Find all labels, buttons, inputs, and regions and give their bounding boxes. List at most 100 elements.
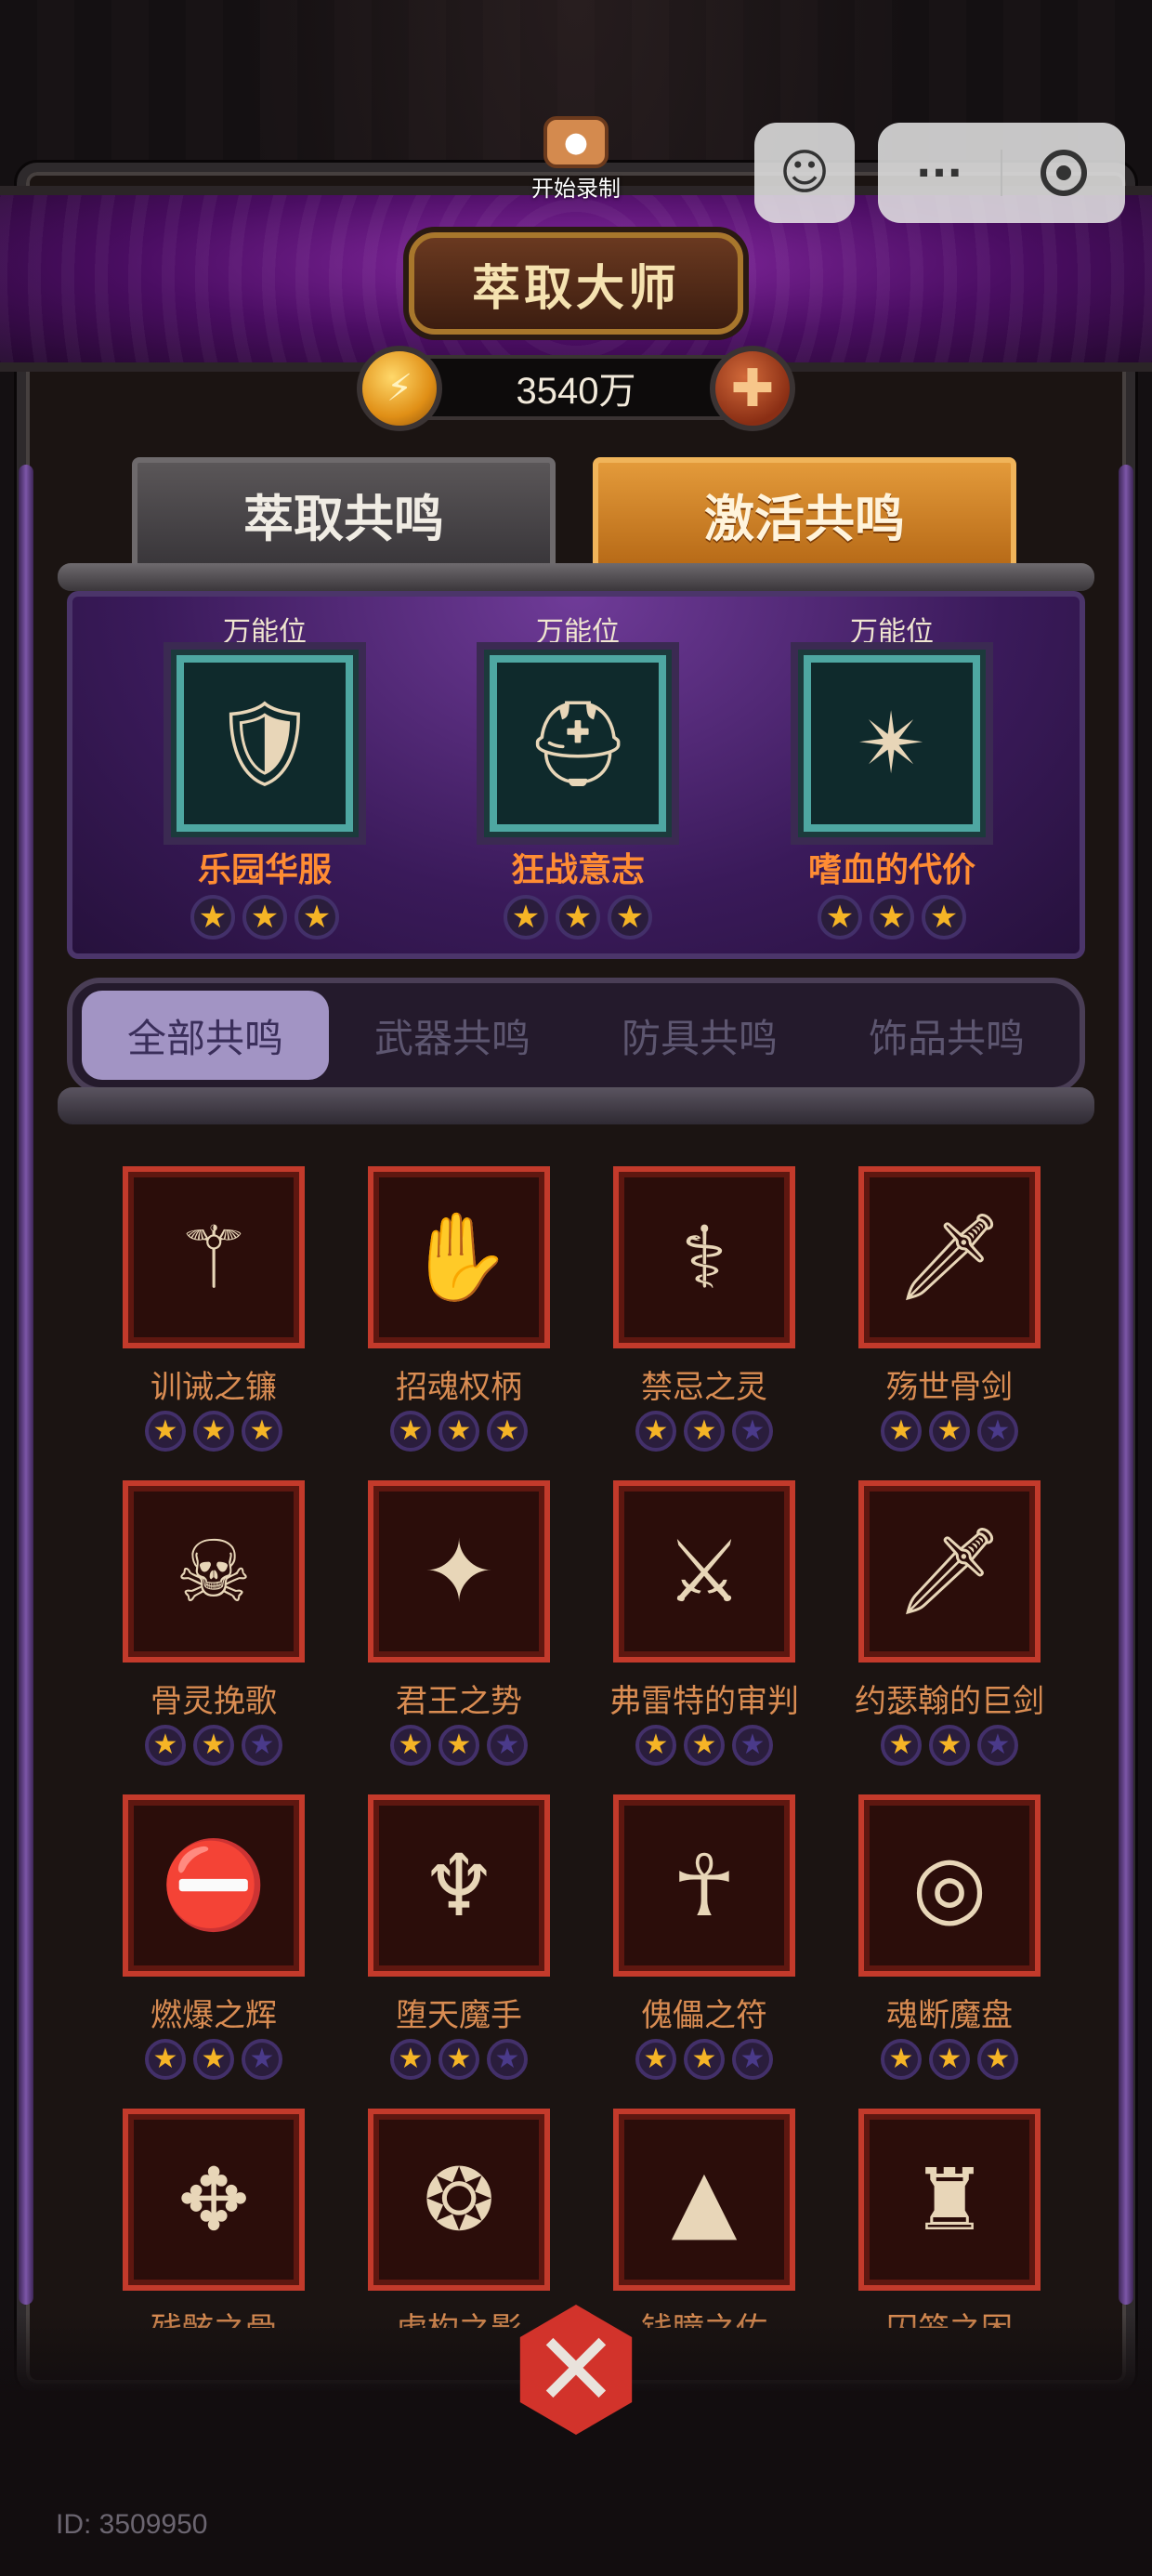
star-empty-icon: ★ [732, 1725, 773, 1766]
filter-tab[interactable]: 饰品共鸣 [823, 991, 1070, 1080]
resonance-item[interactable]: ⚔ 弗雷特的审判 ★ ★ ★ [583, 1480, 825, 1794]
helmet-icon: ⛑ [490, 655, 666, 832]
star-filled-icon: ★ [929, 2039, 970, 2080]
slot-stars: ★ ★ ★ [144, 895, 386, 940]
exit-button[interactable] [1002, 150, 1125, 196]
star-filled-icon: ★ [635, 1725, 676, 1766]
universal-slot[interactable]: 万能位 🛡 乐园华服 ★ ★ ★ [144, 609, 386, 940]
star-empty-icon: ★ [732, 2039, 773, 2080]
filter-tab[interactable]: 武器共鸣 [329, 991, 576, 1080]
star-filled-icon: ★ [929, 1411, 970, 1452]
star-filled-icon: ★ [881, 1411, 922, 1452]
right-rail [1119, 465, 1133, 2305]
star-filled-icon: ★ [390, 2039, 431, 2080]
star-filled-icon: ★ [242, 895, 287, 940]
universal-slot[interactable]: 万能位 ✴ 嗜血的代价 ★ ★ ★ [771, 609, 1013, 940]
star-filled-icon: ★ [635, 1411, 676, 1452]
miniprogram-capsule: ··· [878, 123, 1125, 223]
item-stars: ★ ★ ★ [829, 2039, 1059, 2080]
resonance-item[interactable]: ⚕ 禁忌之灵 ★ ★ ★ [583, 1166, 825, 1480]
more-button[interactable]: ··· [878, 150, 1001, 197]
item-stars: ★ ★ ★ [93, 1725, 334, 1766]
crossed-blades-icon: ⚔ [613, 1480, 795, 1663]
resonance-item[interactable]: ☠ 骨灵挽歌 ★ ★ ★ [93, 1480, 334, 1794]
eye-pyramid-icon: ▲ [613, 2109, 795, 2291]
item-name: 堕天魔手 [396, 1997, 522, 2034]
resonance-item[interactable]: ⚚ 训诫之镰 ★ ★ ★ [93, 1166, 334, 1480]
resonance-item[interactable]: 🗡 约瑟翰的巨剑 ★ ★ ★ [829, 1480, 1059, 1794]
resonance-item[interactable]: ✥残骸之骨★★★ [93, 2109, 334, 2328]
slot-caption: 万能位 [223, 616, 307, 649]
star-filled-icon: ★ [193, 1411, 234, 1452]
profile-button[interactable]: ☺ [754, 123, 855, 223]
star-empty-icon: ★ [977, 1411, 1018, 1452]
page-title: 萃取大师 [471, 260, 680, 317]
slot-caption: 万能位 [536, 616, 620, 649]
star-filled-icon: ★ [929, 1725, 970, 1766]
ankh-icon: ☥ [613, 1794, 795, 1977]
star-empty-icon: ★ [487, 2039, 528, 2080]
universal-slot[interactable]: 万能位 ⛑ 狂战意志 ★ ★ ★ [457, 609, 699, 940]
close-button[interactable]: ✕ [502, 2295, 650, 2444]
filter-tab[interactable]: 全部共鸣 [82, 991, 329, 1080]
resonance-item[interactable]: ◎ 魂断魔盘 ★ ★ ★ [829, 1794, 1059, 2109]
star-filled-icon: ★ [390, 1411, 431, 1452]
item-name: 招魂权柄 [396, 1369, 522, 1406]
resonance-item[interactable]: ✦ 君王之势 ★ ★ ★ [338, 1480, 580, 1794]
star-filled-icon: ★ [608, 895, 652, 940]
scythe-icon: ⚚ [123, 1166, 305, 1348]
tab-ledge [58, 563, 1094, 591]
royal-staff-icon: ✦ [368, 1480, 550, 1663]
star-filled-icon: ★ [390, 1725, 431, 1766]
slot-caption: 万能位 [850, 616, 934, 649]
green-orb-icon: ❂ [368, 2109, 550, 2291]
resonance-item[interactable]: ⛔ 燃爆之辉 ★ ★ ★ [93, 1794, 334, 2109]
page-title-plate: 萃取大师 [409, 232, 743, 335]
tab-extract-resonance[interactable]: 萃取共鸣 [132, 457, 556, 571]
star-filled-icon: ★ [193, 1725, 234, 1766]
lantern-icon: ♜ [858, 2109, 1041, 2291]
resonance-item[interactable]: ♜囚笼之困★★★ [829, 2109, 1059, 2328]
resonance-item[interactable]: 🗡 殇世骨剑 ★ ★ ★ [829, 1166, 1059, 1480]
close-icon: ✕ [519, 2305, 633, 2435]
item-stars: ★ ★ ★ [338, 1411, 580, 1452]
scarab-icon: ✥ [123, 2109, 305, 2291]
star-filled-icon: ★ [556, 895, 600, 940]
item-name: 骨灵挽歌 [151, 1683, 277, 1720]
star-empty-icon: ★ [732, 1411, 773, 1452]
left-rail [19, 465, 33, 2305]
record-button[interactable]: ● 开始录制 [506, 116, 646, 218]
resonance-item[interactable]: ☥ 傀儡之符 ★ ★ ★ [583, 1794, 825, 2109]
bone-sword-icon: 🗡 [858, 1166, 1041, 1348]
add-currency-button[interactable]: ✚ [710, 346, 795, 431]
star-filled-icon: ★ [922, 895, 966, 940]
slot-name: 狂战意志 [510, 851, 645, 889]
star-filled-icon: ★ [439, 2039, 479, 2080]
item-stars: ★ ★ ★ [829, 1725, 1059, 1766]
item-name: 殇世骨剑 [886, 1369, 1013, 1406]
star-empty-icon: ★ [242, 1725, 282, 1766]
armor-icon: 🛡 [177, 655, 353, 832]
slot-name: 嗜血的代价 [807, 851, 975, 889]
currency-amount: 3540万 [516, 371, 636, 412]
slot-stars: ★ ★ ★ [457, 895, 699, 940]
star-filled-icon: ★ [818, 895, 862, 940]
user-icon: ☺ [779, 145, 831, 201]
item-stars: ★ ★ ★ [338, 1725, 580, 1766]
item-stars: ★ ★ ★ [93, 1411, 334, 1452]
item-name: 魂断魔盘 [886, 1997, 1013, 2034]
tab-activate-resonance[interactable]: 激活共鸣 [593, 457, 1016, 571]
filter-tab[interactable]: 防具共鸣 [576, 991, 823, 1080]
tab-extract-label: 萃取共鸣 [243, 489, 444, 548]
resonance-item[interactable]: ♆ 堕天魔手 ★ ★ ★ [338, 1794, 580, 2109]
item-name: 燃爆之辉 [151, 1997, 277, 2034]
resonance-item[interactable]: ✋ 招魂权柄 ★ ★ ★ [338, 1166, 580, 1480]
star-filled-icon: ★ [504, 895, 548, 940]
item-stars: ★ ★ ★ [583, 1411, 825, 1452]
star-filled-icon: ★ [487, 1411, 528, 1452]
star-filled-icon: ★ [977, 2039, 1018, 2080]
star-empty-icon: ★ [242, 2039, 282, 2080]
scepter-icon: ✋ [368, 1166, 550, 1348]
item-stars: ★ ★ ★ [829, 1411, 1059, 1452]
stop-sign-icon: ⛔ [123, 1794, 305, 1977]
